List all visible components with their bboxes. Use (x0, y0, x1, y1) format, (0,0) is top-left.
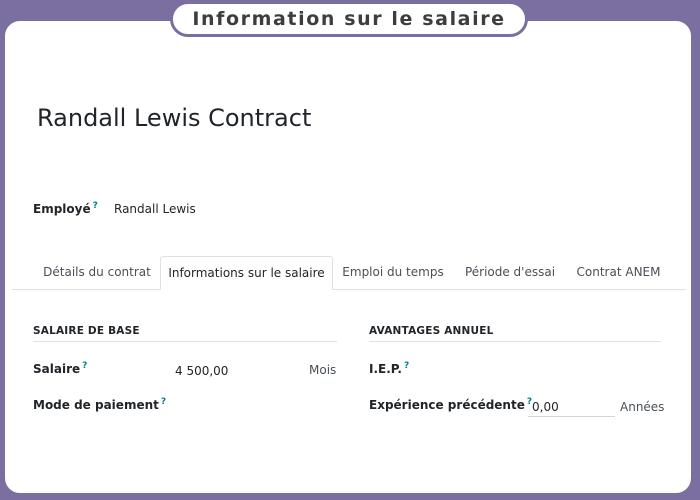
tab-working-schedule[interactable]: Emploi du temps (333, 256, 453, 289)
experience-unit: Années (620, 400, 665, 414)
employee-field-label: Employé? (33, 201, 98, 216)
salary-field-label: Salaire? (33, 361, 87, 376)
experience-input[interactable] (528, 398, 615, 417)
frame-title: Information sur le salaire (170, 1, 528, 37)
record-title: Randall Lewis Contract (37, 104, 312, 132)
employee-value-link[interactable]: Randall Lewis (114, 202, 196, 216)
tab-salary-information[interactable]: Informations sur le salaire (160, 256, 333, 290)
tab-trial-period[interactable]: Période d'essai (457, 256, 563, 289)
salary-value[interactable]: 4 500,00 (175, 364, 228, 378)
iep-label-text: I.E.P. (369, 362, 402, 376)
payment-mode-field-label: Mode de paiement? (33, 397, 166, 412)
employee-help-icon[interactable]: ? (93, 201, 98, 211)
tab-contract-details[interactable]: Détails du contrat (32, 256, 162, 289)
experience-label-text: Expérience précédente (369, 398, 525, 412)
salary-unit: Mois (309, 363, 337, 377)
payment-mode-label-text: Mode de paiement (33, 398, 159, 412)
iep-help-icon[interactable]: ? (404, 361, 409, 371)
tab-anem-contract[interactable]: Contrat ANEM (567, 256, 670, 289)
salary-help-icon[interactable]: ? (82, 361, 87, 371)
employee-label-text: Employé (33, 202, 91, 216)
salary-label-text: Salaire (33, 362, 81, 376)
iep-field-label: I.E.P.? (369, 361, 409, 376)
salary-section-title: SALAIRE DE BASE (33, 325, 337, 342)
benefits-section-title: AVANTAGES ANNUEL (369, 325, 661, 342)
payment-mode-help-icon[interactable]: ? (161, 397, 166, 407)
notebook-tabs: Détails du contrat Informations sur le s… (12, 256, 686, 290)
experience-field-label: Expérience précédente? (369, 397, 532, 412)
